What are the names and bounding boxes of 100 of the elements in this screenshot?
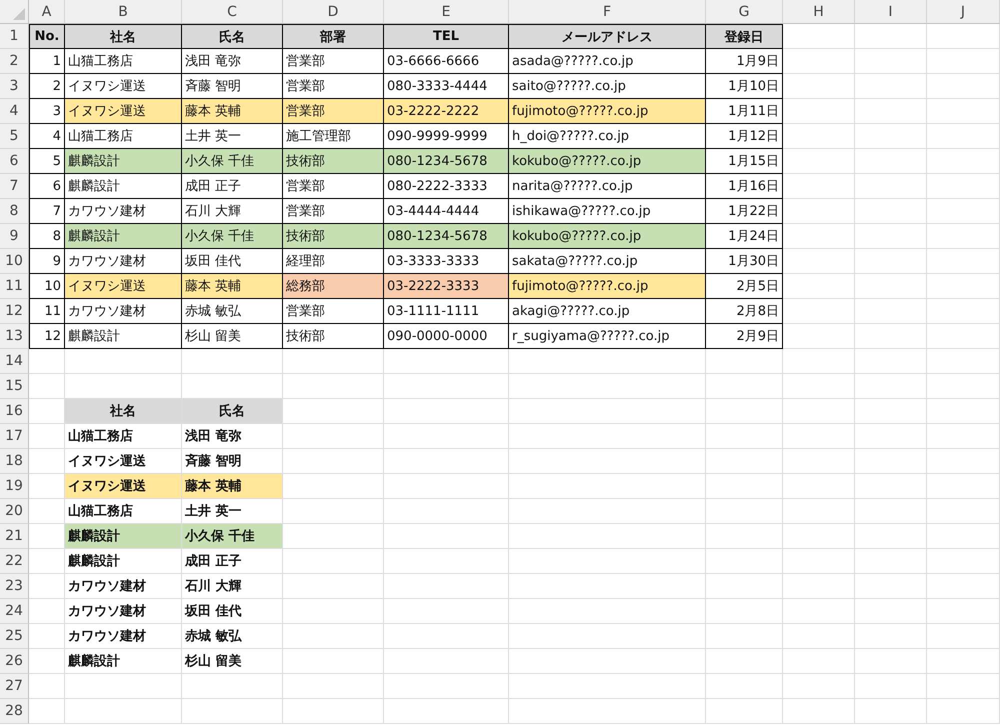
row-header[interactable]: 14 xyxy=(0,349,29,374)
row-header[interactable]: 13 xyxy=(0,324,29,349)
column-header[interactable]: D xyxy=(283,0,384,24)
row-header[interactable]: 17 xyxy=(0,424,29,449)
header-cell: 部署 xyxy=(283,24,384,49)
table-cell: 技術部 xyxy=(283,149,384,174)
table-cell: saito@?????.co.jp xyxy=(509,74,706,99)
row-header[interactable]: 26 xyxy=(0,649,29,674)
column-header[interactable]: A xyxy=(29,0,65,24)
row-header[interactable]: 3 xyxy=(0,74,29,99)
table-cell: 1月24日 xyxy=(706,224,783,249)
table-cell: 03-1111-1111 xyxy=(384,299,509,324)
empty-cell xyxy=(783,574,855,599)
table-cell: 3 xyxy=(29,99,65,124)
table-cell: 斉藤 智明 xyxy=(182,74,283,99)
row-header[interactable]: 7 xyxy=(0,174,29,199)
empty-cell xyxy=(855,499,927,524)
table-cell: 営業部 xyxy=(283,299,384,324)
row-header[interactable]: 23 xyxy=(0,574,29,599)
empty-cell xyxy=(783,624,855,649)
header-cell: 登録日 xyxy=(706,24,783,49)
table-cell: fujimoto@?????.co.jp xyxy=(509,99,706,124)
row-header[interactable]: 20 xyxy=(0,499,29,524)
table-cell: akagi@?????.co.jp xyxy=(509,299,706,324)
row-header[interactable]: 19 xyxy=(0,474,29,499)
table-cell: ishikawa@?????.co.jp xyxy=(509,199,706,224)
column-header[interactable]: G xyxy=(706,0,783,24)
row-header[interactable]: 10 xyxy=(0,249,29,274)
empty-cell xyxy=(855,149,927,174)
row-header[interactable]: 9 xyxy=(0,224,29,249)
table-cell: 営業部 xyxy=(283,74,384,99)
table-cell: 2 xyxy=(29,74,65,99)
row-header[interactable]: 25 xyxy=(0,624,29,649)
table-cell: 9 xyxy=(29,249,65,274)
table-cell: 営業部 xyxy=(283,199,384,224)
table-cell: 技術部 xyxy=(283,324,384,349)
empty-cell xyxy=(783,599,855,624)
table-cell: イヌワシ運送 xyxy=(65,274,182,299)
table-cell: 1月11日 xyxy=(706,99,783,124)
table-cell: 麒麟設計 xyxy=(65,549,182,574)
row-header[interactable]: 28 xyxy=(0,699,29,724)
empty-cell xyxy=(855,74,927,99)
empty-cell xyxy=(855,399,927,424)
row-header[interactable]: 6 xyxy=(0,149,29,174)
table-cell: 1月30日 xyxy=(706,249,783,274)
table-cell: 麒麟設計 xyxy=(65,224,182,249)
empty-cell xyxy=(783,699,855,724)
column-header[interactable]: H xyxy=(783,0,855,24)
select-all-button[interactable] xyxy=(0,0,29,24)
table-cell: 成田 正子 xyxy=(182,549,283,574)
column-header[interactable]: I xyxy=(855,0,927,24)
table-cell: 080-2222-3333 xyxy=(384,174,509,199)
empty-cell xyxy=(783,499,855,524)
row-header[interactable]: 27 xyxy=(0,674,29,699)
row-header[interactable]: 24 xyxy=(0,599,29,624)
table-cell: カワウソ建材 xyxy=(65,199,182,224)
table-cell: イヌワシ運送 xyxy=(65,449,182,474)
empty-cell xyxy=(855,574,927,599)
table-cell: 赤城 敏弘 xyxy=(182,299,283,324)
table-cell: 4 xyxy=(29,124,65,149)
column-header[interactable]: E xyxy=(384,0,509,24)
column-header[interactable]: F xyxy=(509,0,706,24)
table-cell: 成田 正子 xyxy=(182,174,283,199)
row-header[interactable]: 5 xyxy=(0,124,29,149)
table-cell: 090-9999-9999 xyxy=(384,124,509,149)
table-cell: 080-3333-4444 xyxy=(384,74,509,99)
row-header[interactable]: 4 xyxy=(0,99,29,124)
table-cell: 浅田 竜弥 xyxy=(182,424,283,449)
row-header[interactable]: 12 xyxy=(0,299,29,324)
table-cell: fujimoto@?????.co.jp xyxy=(509,274,706,299)
empty-cell xyxy=(855,124,927,149)
row-header[interactable]: 8 xyxy=(0,199,29,224)
empty-cell xyxy=(855,199,927,224)
column-header[interactable]: J xyxy=(927,0,1000,24)
row-header[interactable]: 2 xyxy=(0,49,29,74)
row-header[interactable]: 16 xyxy=(0,399,29,424)
header-cell: TEL xyxy=(384,24,509,49)
table-cell: 12 xyxy=(29,324,65,349)
table-cell: 土井 英一 xyxy=(182,124,283,149)
empty-cell xyxy=(783,374,855,399)
table-cell: 03-2222-2222 xyxy=(384,99,509,124)
row-header[interactable]: 15 xyxy=(0,374,29,399)
table-cell: 石川 大輝 xyxy=(182,199,283,224)
row-header[interactable]: 22 xyxy=(0,549,29,574)
column-header[interactable]: C xyxy=(182,0,283,24)
row-header[interactable]: 11 xyxy=(0,274,29,299)
empty-cell xyxy=(855,674,927,699)
table-cell: 6 xyxy=(29,174,65,199)
empty-cell xyxy=(783,399,855,424)
header-cell: 社名 xyxy=(65,24,182,49)
empty-cell xyxy=(855,99,927,124)
empty-cell xyxy=(855,549,927,574)
row-header[interactable]: 21 xyxy=(0,524,29,549)
column-header[interactable]: B xyxy=(65,0,182,24)
row-header[interactable]: 1 xyxy=(0,24,29,49)
row-header[interactable]: 18 xyxy=(0,449,29,474)
table-cell: 山猫工務店 xyxy=(65,124,182,149)
table-cell: 藤本 英輔 xyxy=(182,274,283,299)
table-cell: 石川 大輝 xyxy=(182,574,283,599)
table-cell: kokubo@?????.co.jp xyxy=(509,224,706,249)
